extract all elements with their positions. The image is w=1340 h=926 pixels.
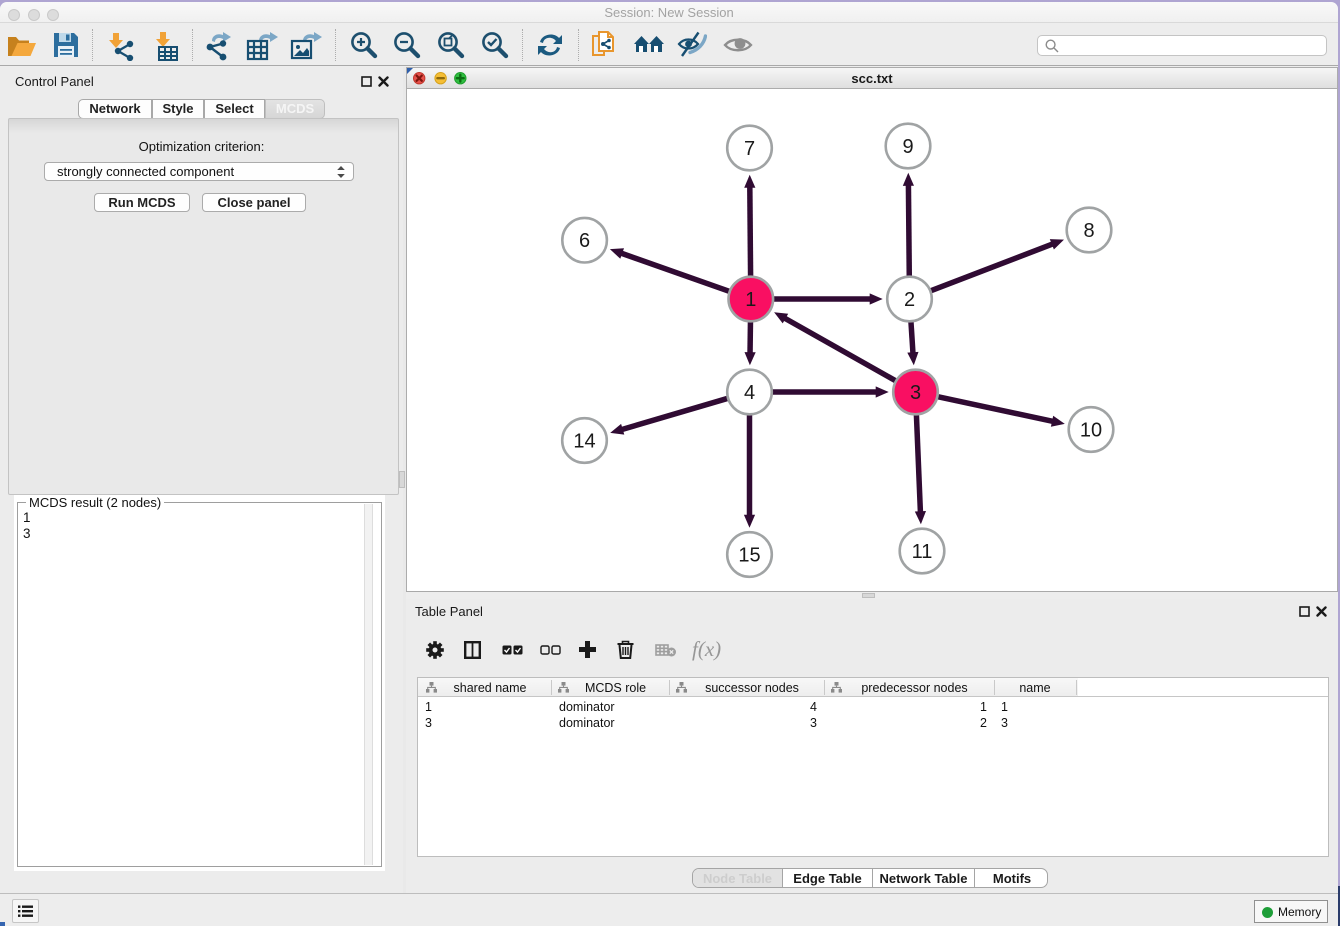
svg-text:6: 6 <box>579 230 590 252</box>
svg-text:4: 4 <box>744 382 755 404</box>
svg-text:1: 1 <box>745 289 756 311</box>
svg-text:10: 10 <box>1080 420 1102 442</box>
svg-text:15: 15 <box>738 545 760 567</box>
svg-text:8: 8 <box>1083 220 1094 242</box>
svg-text:3: 3 <box>910 382 921 404</box>
svg-text:2: 2 <box>904 289 915 311</box>
svg-text:9: 9 <box>902 136 913 158</box>
svg-text:14: 14 <box>573 431 595 453</box>
svg-text:11: 11 <box>912 541 933 563</box>
svg-text:7: 7 <box>744 138 755 160</box>
